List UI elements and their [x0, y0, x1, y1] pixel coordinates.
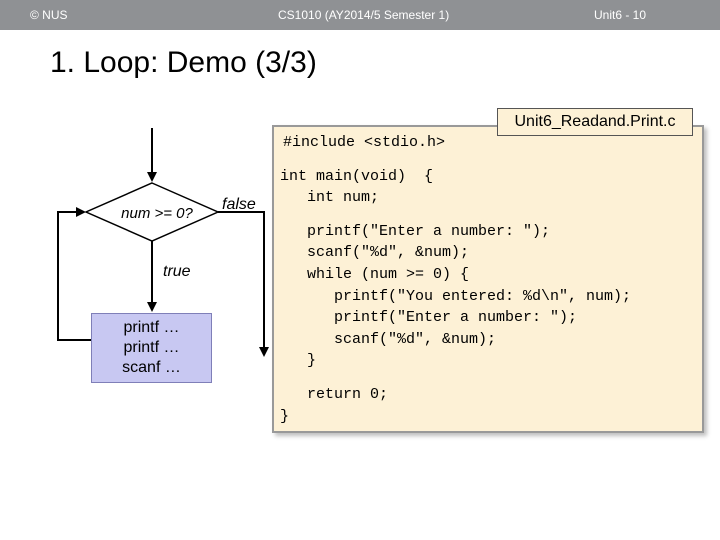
code-line: printf("Enter a number: "); [280, 309, 578, 326]
loop-body-box: printf … printf … scanf … [91, 313, 212, 383]
code-line: scanf("%d", &num); [280, 244, 470, 261]
code-line: while (num >= 0) { [280, 266, 470, 283]
condition-label: num >= 0? [121, 205, 193, 222]
code-line: #include <stdio.h> [283, 134, 446, 151]
false-exit-line [218, 211, 269, 357]
code-line: printf("You entered: %d\n", num); [280, 288, 632, 305]
false-label: false [222, 196, 256, 213]
code-line: return 0; [280, 386, 389, 403]
code-line: } [280, 352, 317, 369]
code-line: int main(void) { [280, 168, 434, 185]
body-line: printf … [123, 339, 180, 356]
filename-label: Unit6_Readand.Print.c [497, 108, 693, 136]
body-line: scanf … [122, 359, 181, 376]
code-line: int num; [280, 189, 380, 206]
code-panel: #include <stdio.h> int main(void) { int … [272, 125, 704, 433]
true-label: true [163, 263, 191, 280]
code-line: } [280, 408, 290, 425]
code-line: scanf("%d", &num); [280, 331, 497, 348]
loop-back-line [57, 207, 91, 341]
body-line: printf … [123, 319, 180, 336]
code-line: printf("Enter a number: "); [280, 223, 551, 240]
